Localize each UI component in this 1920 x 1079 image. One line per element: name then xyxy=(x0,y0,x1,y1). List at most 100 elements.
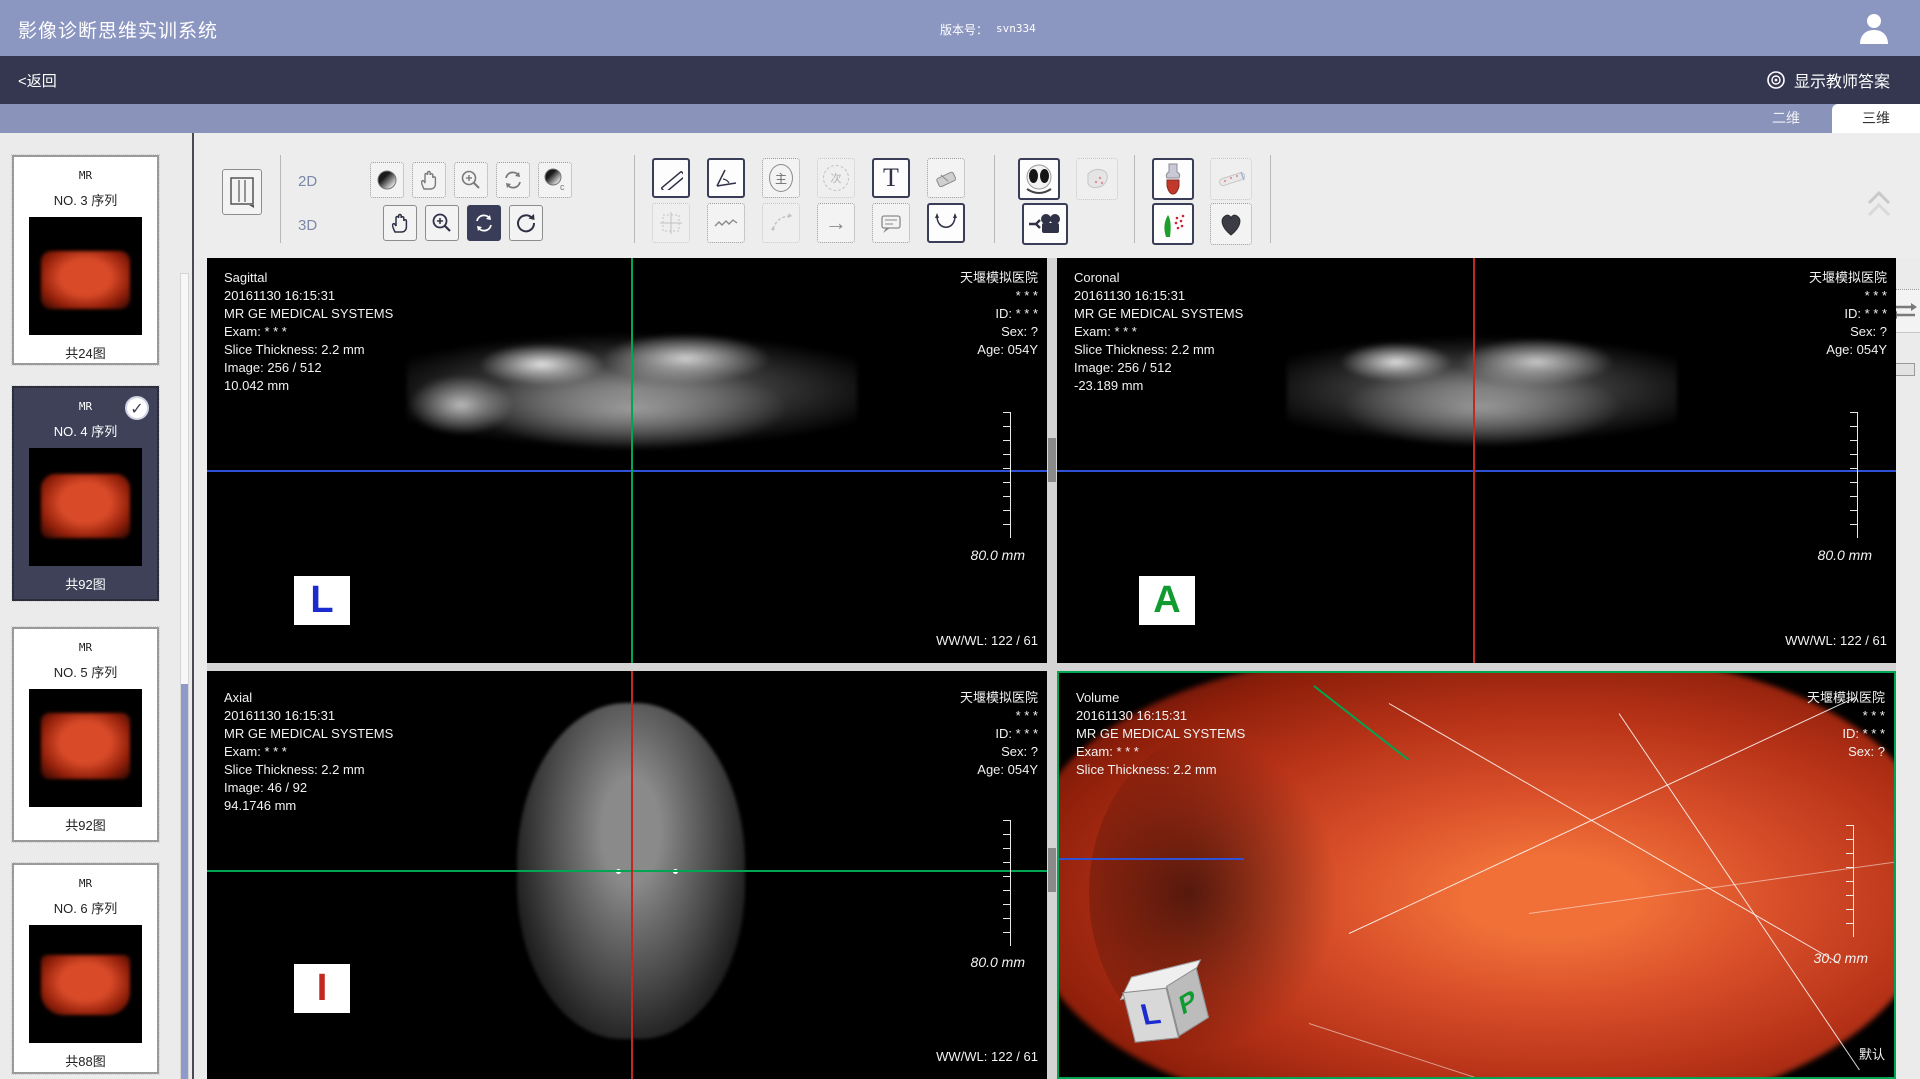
eraser-button[interactable] xyxy=(927,158,965,198)
crosshair-box-icon xyxy=(659,211,683,235)
splitter-thumb[interactable] xyxy=(1048,438,1056,482)
primary-roi-button[interactable]: 主 xyxy=(762,158,800,198)
back-button[interactable]: <返回 xyxy=(18,70,57,91)
coronal-scale-ruler xyxy=(1850,412,1858,538)
zoom-2d-button[interactable] xyxy=(454,162,488,198)
rotate-arrows-icon xyxy=(502,169,524,191)
svg-text:c: c xyxy=(560,182,565,192)
export-video-button[interactable] xyxy=(1022,203,1068,245)
app-title: 影像诊断思维实训系统 xyxy=(18,16,218,43)
volume-scale-label: 30.0 mm xyxy=(1814,949,1868,967)
show-teacher-answer-button[interactable]: 显示教师答案 xyxy=(1766,68,1890,92)
sagittal-orientation-marker: L xyxy=(294,576,350,625)
coronal-mr-image xyxy=(1287,320,1677,460)
axial-scale-label: 80.0 mm xyxy=(971,953,1025,971)
preset-colored-volume-button[interactable] xyxy=(1152,203,1194,245)
ruler-icon xyxy=(659,166,683,190)
series-thumbnail xyxy=(29,689,142,807)
reset-circle-arrow-icon xyxy=(515,212,537,234)
window-level-button[interactable] xyxy=(370,162,404,198)
series-thumbnail xyxy=(29,217,142,335)
viewport-sagittal[interactable]: Sagittal 20161130 16:15:31 MR GE MEDICAL… xyxy=(207,258,1047,663)
eye-target-icon xyxy=(1766,70,1786,90)
sidebar-scrollbar[interactable] xyxy=(180,273,189,1079)
rotate-2d-button[interactable] xyxy=(496,162,530,198)
series-modality: MR xyxy=(14,641,157,654)
viewport-volume-3d[interactable]: Volume 20161130 16:15:31 MR GE MEDICAL S… xyxy=(1057,671,1896,1079)
arrow-annotation-button[interactable]: → xyxy=(817,203,855,243)
measure-line-button[interactable] xyxy=(652,158,690,198)
preset-knee-button[interactable] xyxy=(1152,158,1194,200)
view-mode-tabstrip: 二维 三维 xyxy=(0,104,1920,133)
heart-icon xyxy=(1217,210,1245,238)
spline-curve-button[interactable] xyxy=(927,203,965,243)
user-avatar-icon[interactable] xyxy=(1856,10,1892,46)
toolbar-separator xyxy=(280,155,281,243)
series-card-4-selected[interactable]: ✓ MR NO. 4 序列 共92图 xyxy=(12,386,159,601)
sagittal-info-left: Sagittal 20161130 16:15:31 MR GE MEDICAL… xyxy=(224,269,393,395)
axial-crosshair-horizontal-green[interactable] xyxy=(207,870,1047,872)
freehand-curve-button[interactable] xyxy=(707,203,745,243)
sagittal-crosshair-horizontal-blue[interactable] xyxy=(207,470,1047,472)
volume-scale-ruler xyxy=(1846,825,1854,937)
pan-2d-button[interactable] xyxy=(412,162,446,198)
version-label: 版本号： xyxy=(940,21,988,38)
volume-blue-axis-line xyxy=(1059,858,1244,860)
series-thumbnail xyxy=(29,925,142,1043)
crosshair-sync-button[interactable] xyxy=(652,203,690,243)
preset-leg-button[interactable] xyxy=(1210,158,1252,200)
viewport-horizontal-splitter[interactable] xyxy=(207,663,1896,671)
hand-icon xyxy=(419,169,439,191)
pan-3d-button[interactable] xyxy=(383,205,417,241)
magnifier-plus-icon xyxy=(460,169,482,191)
text-annotation-button[interactable]: T xyxy=(872,158,910,198)
eraser-icon xyxy=(934,167,958,189)
secondary-roi-button[interactable]: 次 xyxy=(817,158,855,198)
sagittal-crosshair-vertical-green[interactable] xyxy=(631,258,633,663)
reset-3d-button[interactable] xyxy=(509,205,543,241)
series-image-count: 共88图 xyxy=(14,1051,157,1070)
viewport-axial[interactable]: Axial 20161130 16:15:31 MR GE MEDICAL SY… xyxy=(207,671,1047,1079)
arc-measure-button[interactable] xyxy=(762,203,800,243)
series-card-5[interactable]: MR NO. 5 序列 共92图 xyxy=(12,627,159,842)
hand-icon xyxy=(390,212,410,234)
coronal-crosshair-horizontal-blue[interactable] xyxy=(1057,470,1896,472)
contrast-c-icon: c xyxy=(543,168,567,192)
application-window: 影像诊断思维实训系统 版本号： svn334 <返回 显示教师答案 二维 三维 … xyxy=(0,0,1920,1079)
curve-icon xyxy=(713,212,739,234)
version-info: 版本号： svn334 xyxy=(940,21,1036,38)
measure-angle-button[interactable] xyxy=(707,158,745,198)
zoom-3d-button[interactable] xyxy=(425,205,459,241)
nav-bar: <返回 显示教师答案 xyxy=(0,56,1920,104)
tab-2d[interactable]: 二维 xyxy=(1744,104,1828,133)
volume-preset-label: 默认 xyxy=(1859,1046,1885,1064)
splitter-thumb[interactable] xyxy=(1048,848,1056,892)
layout-button[interactable] xyxy=(222,169,262,215)
tab-3d-active[interactable]: 三维 xyxy=(1832,104,1920,133)
sidebar-scrollbar-thumb[interactable] xyxy=(181,684,188,1079)
preset-skull-button[interactable] xyxy=(1076,158,1118,200)
coronal-info-right: 天堰模拟医院 * * * ID: * * * Sex: ? Age: 054Y xyxy=(1809,269,1887,359)
skull-icon xyxy=(1082,164,1112,194)
axial-info-right: 天堰模拟医院 * * * ID: * * * Sex: ? Age: 054Y xyxy=(960,689,1038,779)
window-level-preset-button[interactable]: c xyxy=(538,162,572,198)
collapse-toolbar-chevron[interactable] xyxy=(1866,189,1892,219)
leg-bone-icon xyxy=(1215,164,1247,194)
rotate-3d-button-selected[interactable] xyxy=(467,205,501,241)
viewport-coronal[interactable]: Coronal 20161130 16:15:31 MR GE MEDICAL … xyxy=(1057,258,1896,663)
movie-camera-icon xyxy=(1028,211,1062,237)
callout-annotation-button[interactable] xyxy=(872,203,910,243)
sagittal-scale-ruler xyxy=(1003,412,1011,538)
preset-lung-button[interactable] xyxy=(1018,158,1060,200)
sagittal-info-right: 天堰模拟医院 * * * ID: * * * Sex: ? Age: 054Y xyxy=(960,269,1038,359)
toolbar-separator xyxy=(994,155,995,243)
axial-orientation-marker: I xyxy=(294,964,350,1013)
axial-crosshair-vertical-red[interactable] xyxy=(631,671,633,1079)
series-title: NO. 5 序列 xyxy=(14,662,157,681)
header-bar: 影像诊断思维实训系统 版本号： svn334 xyxy=(0,0,1920,56)
series-card-3[interactable]: MR NO. 3 序列 共24图 xyxy=(12,155,159,365)
sagittal-wwwl: WW/WL: 122 / 61 xyxy=(936,632,1038,650)
series-card-6[interactable]: MR NO. 6 序列 共88图 xyxy=(12,863,159,1074)
preset-heart-button[interactable] xyxy=(1210,203,1252,245)
coronal-crosshair-vertical-red[interactable] xyxy=(1473,258,1475,663)
